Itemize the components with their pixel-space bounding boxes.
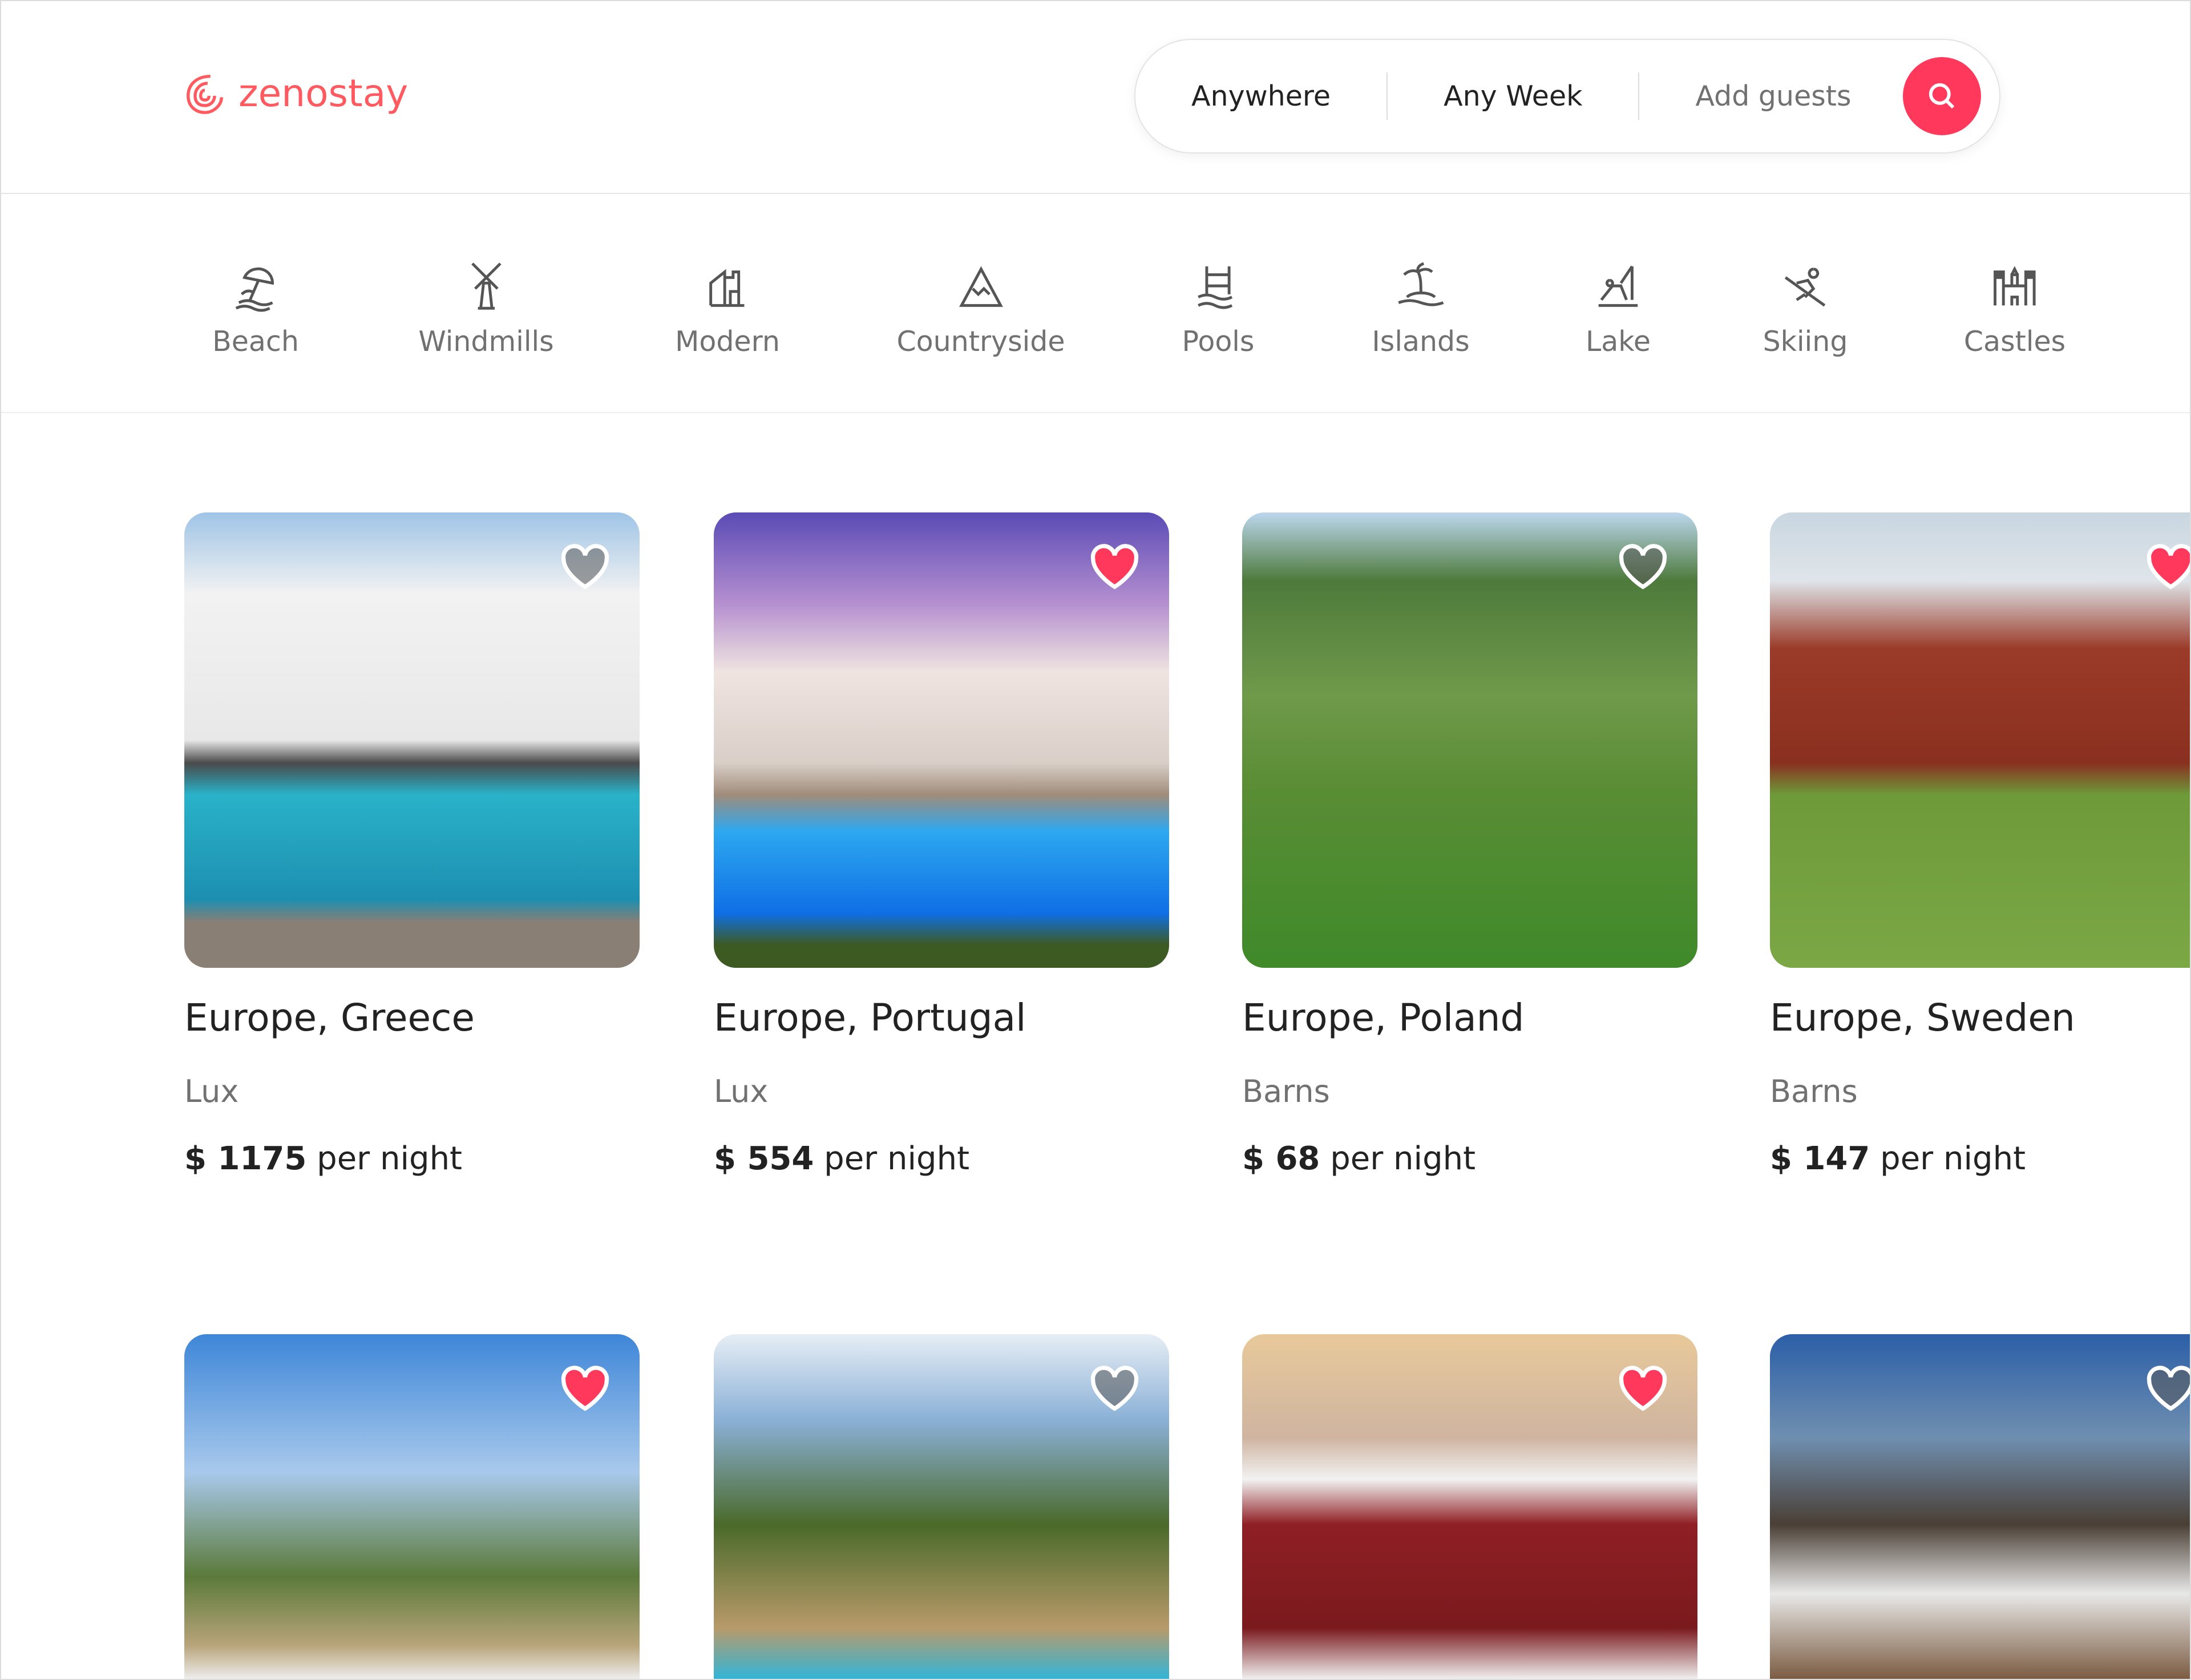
listing-card[interactable] [184,1334,640,1679]
pool-icon [1198,266,1233,309]
listing-card[interactable]: Europe, Sweden Barns $ 147 per night [1770,512,2191,1177]
category-label: Countryside [896,325,1065,358]
listing-card[interactable] [1242,1334,1697,1679]
category-modern[interactable]: Modern [675,258,780,358]
heart-outline-icon[interactable] [1088,1362,1141,1415]
listing-location: Europe, Greece [184,996,475,1040]
listing-photo[interactable] [1242,512,1697,968]
listing-photo[interactable] [1242,1334,1697,1679]
logo[interactable]: zenostay [183,71,408,115]
heart-filled-icon[interactable] [2144,540,2191,593]
listing-card[interactable] [714,1334,1169,1679]
category-icon [2181,258,2191,314]
price-value: $ 68 [1242,1140,1320,1177]
category-label: Windmills [418,325,554,358]
category-label: Lake [1585,325,1651,358]
price-unit: per night [1330,1140,1476,1177]
price-unit: per night [824,1140,970,1177]
category-pools[interactable]: Pools [1182,258,1255,358]
heart-outline-icon[interactable] [559,540,612,593]
category-label: Skiing [1762,325,1848,358]
date-filter[interactable]: Any Week [1388,72,1640,120]
listing-type: Lux [184,1073,239,1109]
brand-name: zenostay [238,71,409,115]
listing-price: $ 1175 per night [184,1140,640,1177]
category-label: Beach [212,325,299,358]
location-filter[interactable]: Anywhere [1135,72,1388,120]
listing-type: Barns [1242,1073,1330,1109]
listing-card[interactable]: Europe, Portugal Lux $ 554 per night [714,512,1169,1177]
search-icon [1929,83,1955,109]
listing-photo[interactable] [184,1334,640,1679]
listing-photo[interactable] [1770,512,2191,968]
listing-location: Europe, Portugal [714,996,1026,1040]
heart-outline-icon[interactable] [2144,1362,2191,1415]
heart-filled-icon[interactable] [1088,540,1141,593]
category-islands[interactable]: Islands [1372,258,1470,358]
island-icon [1398,262,1444,306]
logo-swirl-icon [187,75,223,114]
listing-price: $ 554 per night [714,1140,1169,1177]
heart-filled-icon[interactable] [1616,1362,1669,1415]
mountain-icon [959,266,1003,307]
listing-card[interactable]: Europe, Greece Lux $ 1175 per night [184,512,640,1177]
search-button[interactable] [1903,57,1981,135]
guests-filter[interactable]: Add guests [1639,72,1879,120]
listing-location: Europe, Sweden [1770,996,2075,1040]
modern-house-icon [709,269,745,307]
category-label: Islands [1372,325,1470,358]
lake-icon [1598,265,1638,307]
listing-type: Barns [1770,1073,1858,1109]
heart-filled-icon[interactable] [559,1362,612,1415]
listing-card[interactable] [1770,1334,2191,1679]
app-root: zenostay Anywhere Any Week Add guests Be… [0,0,2191,1680]
category-castles[interactable]: Castles [1964,258,2065,358]
category-bar: Beach Windmills Modern Countryside Pools Isla… [1,195,2191,413]
header: zenostay Anywhere Any Week Add guests [1,1,2190,194]
windmill-icon [471,262,502,310]
listing-photo[interactable] [184,512,640,968]
listing-photo[interactable] [714,1334,1169,1679]
castle-icon [1994,266,2036,306]
listing-price: $ 68 per night [1242,1140,1697,1177]
category-skiing[interactable]: Skiing [1763,258,1848,358]
search-bar[interactable]: Anywhere Any Week Add guests [1134,39,2000,154]
category-beach[interactable]: Beach [212,258,299,358]
listing-card[interactable]: Europe, Poland Barns $ 68 per night [1242,512,1697,1177]
skiing-icon [1785,268,1826,307]
price-unit: per night [317,1140,463,1177]
category-c[interactable]: C [2181,258,2191,358]
beach-icon [235,267,274,312]
category-windmills[interactable]: Windmills [418,258,554,358]
heart-outline-icon[interactable] [1616,540,1669,593]
price-unit: per night [1880,1140,2026,1177]
listing-photo[interactable] [714,512,1169,968]
category-label: Modern [675,325,780,358]
category-lake[interactable]: Lake [1586,258,1651,358]
listing-location: Europe, Poland [1242,996,1525,1040]
listing-type: Lux [714,1073,769,1109]
listing-photo[interactable] [1770,1334,2191,1679]
price-value: $ 1175 [184,1140,307,1177]
category-countryside[interactable]: Countryside [896,258,1065,358]
price-value: $ 147 [1770,1140,1870,1177]
price-value: $ 554 [714,1140,814,1177]
category-label: Pools [1182,325,1255,358]
category-label: Castles [1963,325,2066,358]
listing-price: $ 147 per night [1770,1140,2190,1177]
